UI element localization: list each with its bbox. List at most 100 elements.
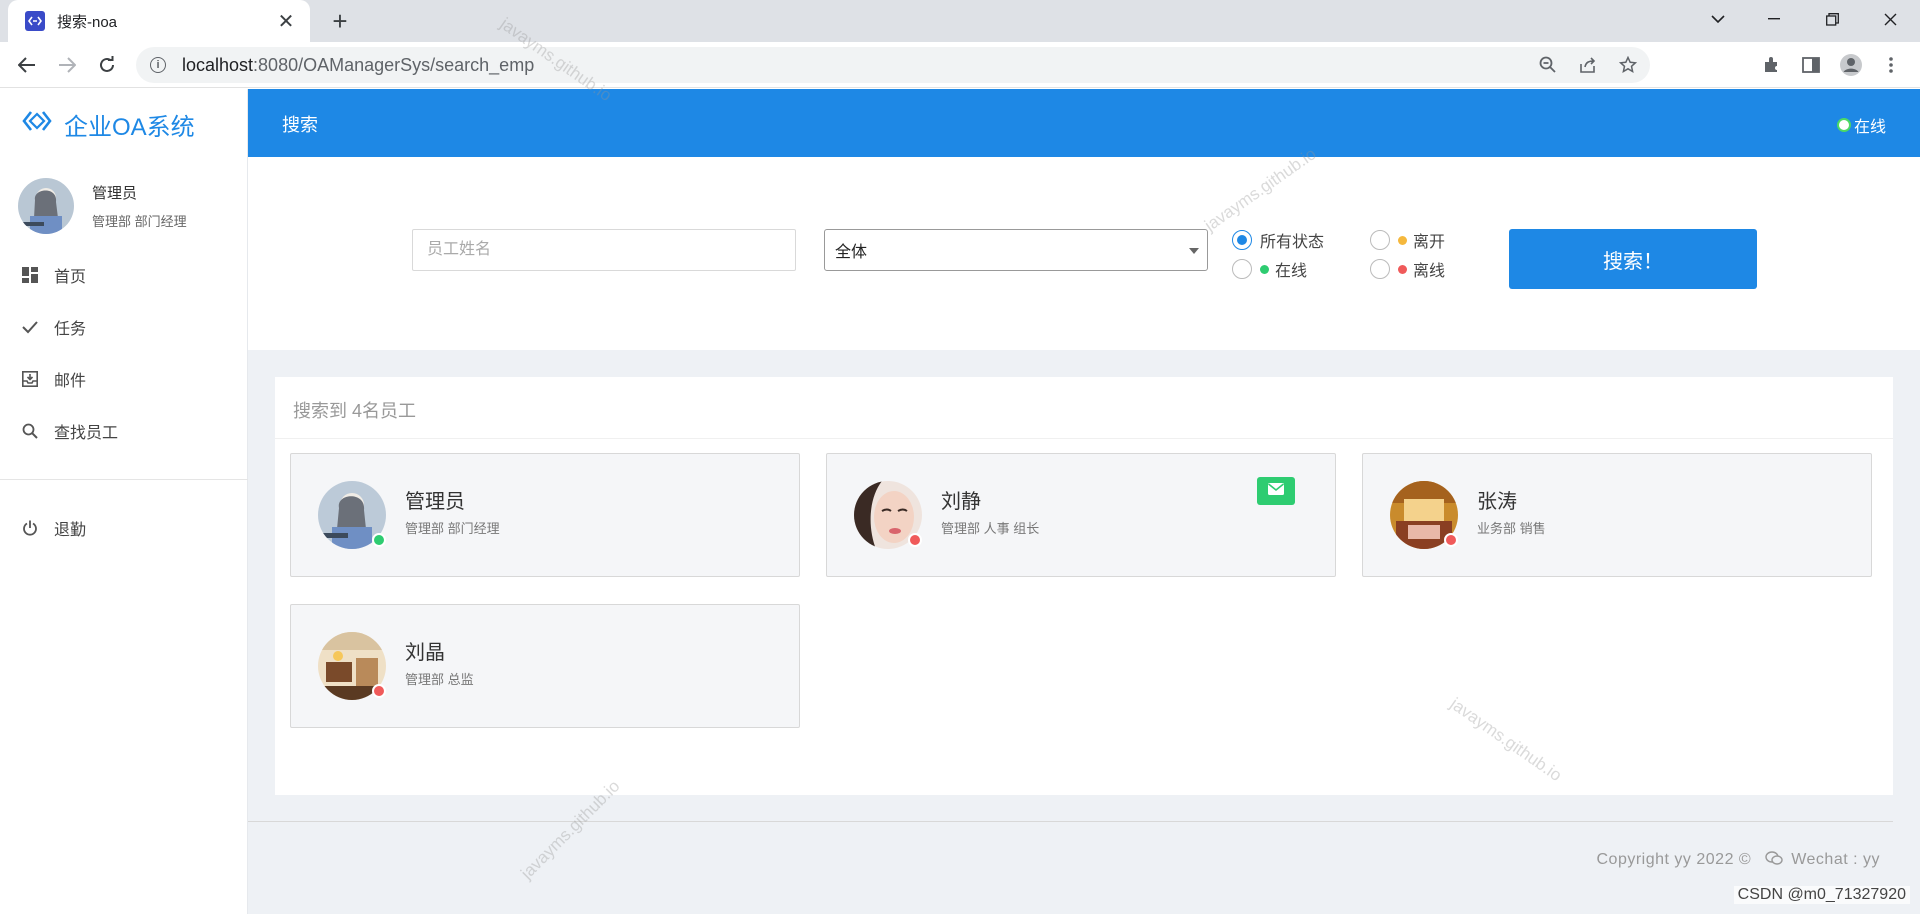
tab-search-icon[interactable] [1692,0,1744,38]
wechat-icon [1765,851,1783,869]
site-favicon-icon [25,11,45,31]
away-dot-icon [1398,235,1407,245]
logo-icon [22,110,52,139]
user-name: 管理员 [92,185,138,202]
reload-icon[interactable] [92,50,122,80]
sidebar-item-tasks[interactable]: 任务 [0,301,248,353]
user-department: 管理部 部门经理 [92,214,187,229]
employee-department: 业务部 销售 [1477,521,1546,536]
presence-offline-icon [908,533,922,547]
employee-name: 管理员 [405,491,465,513]
sidebar-item-mail[interactable]: 邮件 [0,353,248,405]
csdn-credit: CSDN @m0_71327920 [1733,886,1910,904]
radio-label: 离线 [1413,263,1446,280]
caret-down-icon [1189,248,1199,254]
radio-all-status[interactable]: 所有状态 [1232,228,1324,252]
share-icon[interactable] [1576,53,1600,77]
url-bar[interactable]: i localhost:8080/OAManagerSys/search_emp [136,47,1650,83]
presence-offline-icon [1444,533,1458,547]
sidebar: 企业OA系统 管理员 管理部 部门经理 首页 任务 邮件 查找员工 退勤 [0,89,248,914]
inbox-icon [20,369,40,389]
department-select[interactable]: 全体 [824,229,1208,271]
avatar [18,178,74,234]
employee-department: 管理部 部门经理 [405,521,500,536]
brand-name: 企业OA系统 [64,114,195,141]
results-count: 搜索到 4名员工 [293,401,417,421]
browser-tab-strip: 搜索-noa ✕ + [0,0,1920,42]
minimize-icon[interactable] [1748,0,1800,38]
offline-dot-icon [1398,264,1407,274]
employee-department: 管理部 人事 组长 [941,521,1040,536]
radio-label: 所有状态 [1260,234,1325,251]
radio-button[interactable] [1232,230,1252,250]
back-icon[interactable] [12,50,42,80]
online-status[interactable]: 在线 [1836,113,1886,137]
online-status-label: 在线 [1853,119,1886,136]
radio-label: 在线 [1275,263,1308,280]
sidebar-item-label: 邮件 [54,373,87,390]
close-window-icon[interactable] [1864,0,1916,38]
employee-card[interactable]: 张涛 业务部 销售 [1362,453,1872,577]
sidebar-item-home[interactable]: 首页 [0,249,248,301]
avatar [318,632,386,700]
avatar [318,481,386,549]
tab-title: 搜索-noa [57,13,118,31]
radio-button[interactable] [1232,259,1252,279]
employee-department: 管理部 总监 [405,672,474,687]
presence-offline-icon [372,684,386,698]
current-user[interactable]: 管理员 管理部 部门经理 [18,178,187,234]
address-toolbar: i localhost:8080/OAManagerSys/search_emp [0,42,1920,88]
employee-name: 刘静 [941,491,981,513]
radio-offline[interactable]: 离线 [1370,257,1445,281]
url-host: localhost [182,54,254,75]
url-path: :8080/OAManagerSys/search_emp [253,54,535,75]
profile-icon[interactable] [1836,50,1866,80]
online-status-icon [1836,118,1851,132]
check-icon [20,317,40,337]
side-panel-icon[interactable] [1796,50,1826,80]
browser-tab[interactable]: 搜索-noa ✕ [8,0,310,42]
sidebar-item-logout[interactable]: 退勤 [0,502,248,554]
copyright-text: Copyright yy 2022 © [1596,851,1752,868]
zoom-icon[interactable] [1536,53,1560,77]
results-panel: 搜索到 4名员工 管理员 管理部 部门经理 刘静 管理部 人事 组长 张涛 业务… [275,377,1893,795]
new-tab-icon[interactable]: + [324,6,356,36]
send-mail-button[interactable] [1257,477,1295,505]
department-select-value: 全体 [835,244,868,261]
employee-card[interactable]: 管理员 管理部 部门经理 [290,453,800,577]
radio-button[interactable] [1370,259,1390,279]
main-content: 全体 所有状态 离开 在线 离线 搜索！ 搜索到 4名员工 [248,157,1920,914]
browser-menu-icon[interactable] [1876,50,1906,80]
sidebar-item-find-employee[interactable]: 查找员工 [0,405,248,457]
search-button[interactable]: 搜索！ [1509,229,1757,289]
sidebar-item-label: 任务 [54,321,87,338]
radio-button[interactable] [1370,230,1390,250]
brand-logo[interactable]: 企业OA系统 [22,107,195,142]
search-panel: 全体 所有状态 离开 在线 离线 搜索！ [248,157,1920,350]
divider [275,438,1893,439]
presence-online-icon [372,533,386,547]
employee-name-input[interactable] [412,229,796,271]
restore-icon[interactable] [1806,0,1858,38]
search-icon [20,421,40,441]
forward-icon[interactable] [52,50,82,80]
footer: Copyright yy 2022 © Wechat : yy [1597,851,1881,869]
extensions-icon[interactable] [1756,50,1786,80]
sidebar-menu: 首页 任务 邮件 查找员工 退勤 [0,249,248,554]
radio-label: 离开 [1413,234,1446,251]
employee-card[interactable]: 刘晶 管理部 总监 [290,604,800,728]
employee-card[interactable]: 刘静 管理部 人事 组长 [826,453,1336,577]
tab-close-icon[interactable]: ✕ [276,9,296,34]
wechat-text: Wechat : yy [1791,851,1880,868]
employee-name: 刘晶 [405,642,445,664]
site-info-icon[interactable]: i [150,57,166,73]
bookmark-star-icon[interactable] [1616,53,1640,77]
menu-divider [0,479,248,480]
sidebar-item-label: 首页 [54,269,87,286]
page-title: 搜索 [282,115,318,135]
envelope-icon [1268,482,1284,500]
employee-name: 张涛 [1477,491,1517,513]
radio-online[interactable]: 在线 [1232,257,1307,281]
radio-away[interactable]: 离开 [1370,228,1445,252]
sidebar-item-label: 查找员工 [54,425,119,442]
